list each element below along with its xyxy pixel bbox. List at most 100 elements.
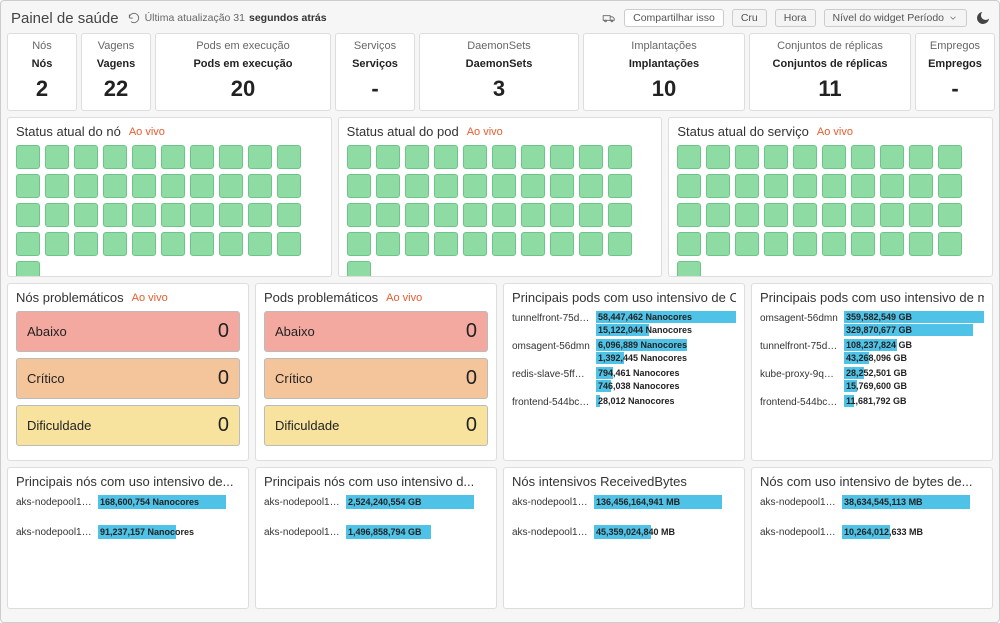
status-cell[interactable] (103, 174, 127, 198)
status-cell[interactable] (161, 174, 185, 198)
status-cell[interactable] (764, 203, 788, 227)
status-cell[interactable] (764, 174, 788, 198)
status-cell[interactable] (851, 232, 875, 256)
status-cell[interactable] (16, 174, 40, 198)
status-cell[interactable] (161, 203, 185, 227)
status-cell[interactable] (764, 145, 788, 169)
status-cell[interactable] (16, 261, 40, 277)
status-cell[interactable] (190, 203, 214, 227)
status-cell[interactable] (347, 261, 371, 277)
summary-card[interactable]: Conjuntos de réplicasConjuntos de réplic… (749, 33, 911, 111)
status-cell[interactable] (938, 232, 962, 256)
status-cell[interactable] (74, 203, 98, 227)
status-cell[interactable] (793, 145, 817, 169)
status-cell[interactable] (677, 232, 701, 256)
status-cell[interactable] (492, 232, 516, 256)
status-cell[interactable] (277, 145, 301, 169)
status-cell[interactable] (550, 145, 574, 169)
status-cell[interactable] (550, 232, 574, 256)
status-cell[interactable] (376, 232, 400, 256)
status-cell[interactable] (376, 203, 400, 227)
status-cell[interactable] (347, 203, 371, 227)
summary-card[interactable]: VagensVagens22 (81, 33, 151, 111)
status-cell[interactable] (45, 232, 69, 256)
status-cell[interactable] (764, 232, 788, 256)
bar-item[interactable]: frontend-544bc4dd..11,681,792 GB (760, 395, 984, 408)
node-bar[interactable]: aks-nodepool1-30..136,456,164,941 MB (512, 495, 736, 509)
status-cell[interactable] (463, 203, 487, 227)
status-cell[interactable] (16, 203, 40, 227)
status-cell[interactable] (608, 203, 632, 227)
status-cell[interactable] (880, 232, 904, 256)
status-cell[interactable] (822, 232, 846, 256)
status-cell[interactable] (793, 232, 817, 256)
status-cell[interactable] (190, 232, 214, 256)
status-cell[interactable] (851, 174, 875, 198)
summary-card[interactable]: NósNós2 (7, 33, 77, 111)
status-cell[interactable] (74, 145, 98, 169)
status-cell[interactable] (190, 145, 214, 169)
status-cell[interactable] (405, 174, 429, 198)
status-cell[interactable] (550, 203, 574, 227)
node-bar[interactable]: aks-nodepool1-30..168,600,754 Nanocores (16, 495, 240, 509)
status-cell[interactable] (74, 232, 98, 256)
status-cell[interactable] (822, 145, 846, 169)
summary-card[interactable]: EmpregosEmpregos- (915, 33, 995, 111)
problem-row[interactable]: Dificuldade0 (16, 405, 240, 446)
node-bar[interactable]: aks-nodepool1-30..1,496,858,794 GB (264, 525, 488, 539)
status-cell[interactable] (434, 174, 458, 198)
status-cell[interactable] (347, 232, 371, 256)
status-cell[interactable] (277, 174, 301, 198)
status-cell[interactable] (521, 174, 545, 198)
status-cell[interactable] (376, 145, 400, 169)
status-cell[interactable] (909, 203, 933, 227)
status-cell[interactable] (735, 232, 759, 256)
bar-item[interactable]: tunnelfront-75dbf6..108,237,824 GB43,268… (760, 339, 984, 365)
status-cell[interactable] (793, 174, 817, 198)
bar-item[interactable]: omsagent-56dmn359,582,549 GB329,870,677 … (760, 311, 984, 337)
status-cell[interactable] (219, 203, 243, 227)
status-cell[interactable] (45, 145, 69, 169)
status-cell[interactable] (434, 145, 458, 169)
summary-card[interactable]: ImplantaçõesImplantações10 (583, 33, 745, 111)
status-cell[interactable] (103, 145, 127, 169)
node-bar[interactable]: aks-nodepool1-30..10,264,012,633 MB (760, 525, 984, 539)
status-cell[interactable] (161, 232, 185, 256)
status-cell[interactable] (492, 174, 516, 198)
status-cell[interactable] (405, 232, 429, 256)
status-cell[interactable] (521, 203, 545, 227)
share-button[interactable]: Compartilhar isso (624, 9, 724, 27)
status-cell[interactable] (793, 203, 817, 227)
status-cell[interactable] (132, 145, 156, 169)
status-cell[interactable] (405, 203, 429, 227)
status-cell[interactable] (103, 232, 127, 256)
status-cell[interactable] (608, 145, 632, 169)
status-cell[interactable] (880, 174, 904, 198)
status-cell[interactable] (16, 145, 40, 169)
status-cell[interactable] (938, 145, 962, 169)
problem-row[interactable]: Crítico0 (16, 358, 240, 399)
status-cell[interactable] (579, 174, 603, 198)
status-cell[interactable] (851, 203, 875, 227)
node-bar[interactable]: aks-nodepool1-30..2,524,240,554 GB (264, 495, 488, 509)
status-cell[interactable] (492, 203, 516, 227)
status-cell[interactable] (190, 174, 214, 198)
node-bar[interactable]: aks-nodepool1-30..91,237,157 Nanocores (16, 525, 240, 539)
status-cell[interactable] (434, 203, 458, 227)
status-cell[interactable] (347, 174, 371, 198)
status-cell[interactable] (706, 145, 730, 169)
status-cell[interactable] (219, 145, 243, 169)
summary-card[interactable]: ServiçosServiços- (335, 33, 415, 111)
status-cell[interactable] (938, 174, 962, 198)
status-cell[interactable] (45, 174, 69, 198)
bar-item[interactable]: redis-slave-5ffd5c..794,461 Nanocores746… (512, 367, 736, 393)
status-cell[interactable] (376, 174, 400, 198)
status-cell[interactable] (706, 203, 730, 227)
status-cell[interactable] (938, 203, 962, 227)
status-cell[interactable] (822, 174, 846, 198)
status-cell[interactable] (132, 203, 156, 227)
status-cell[interactable] (248, 174, 272, 198)
status-cell[interactable] (219, 232, 243, 256)
bar-item[interactable]: frontend-544bc4dd..28,012 Nanocores (512, 395, 736, 408)
bar-item[interactable]: omsagent-56dmn6,096,889 Nanocores1,392,4… (512, 339, 736, 365)
